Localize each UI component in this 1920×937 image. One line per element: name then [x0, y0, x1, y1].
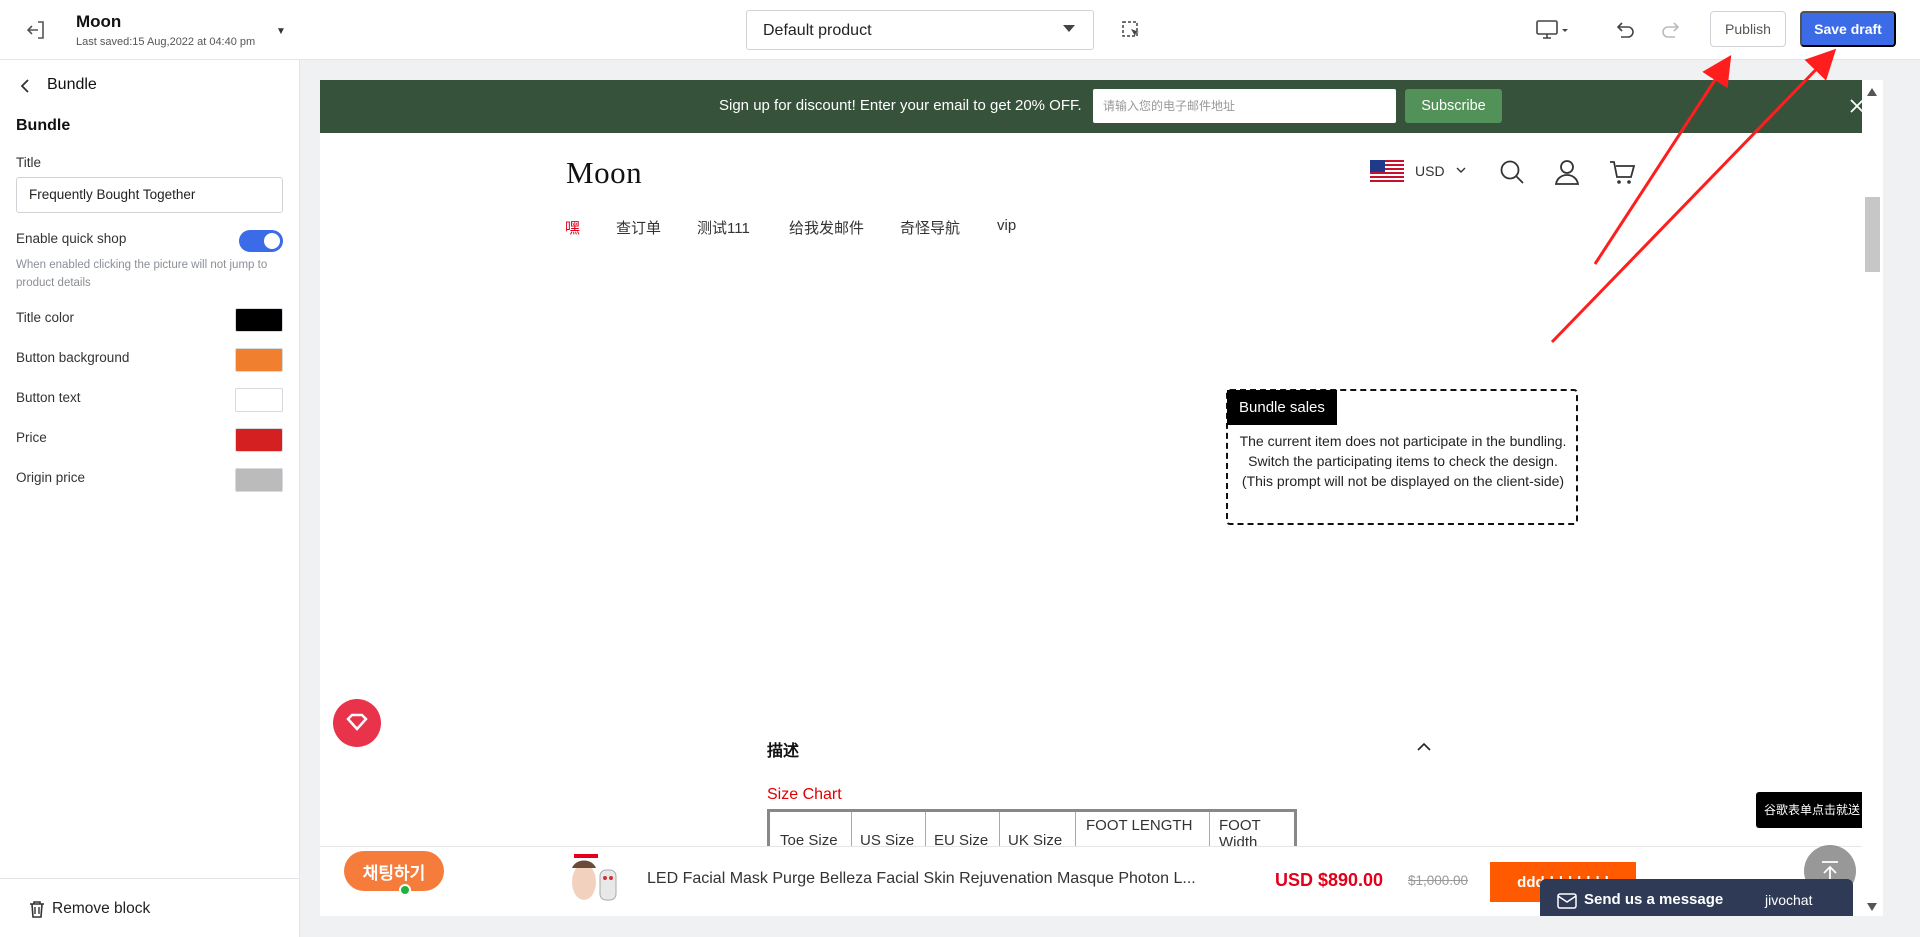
size-chart-title: Size Chart [767, 786, 842, 803]
button-text-label: Button text [16, 390, 81, 405]
redo-icon[interactable] [1660, 18, 1684, 42]
sidebar-header-title[interactable]: Bundle [47, 76, 97, 94]
settings-sidebar: Bundle Bundle Title Frequently Bought To… [0, 60, 300, 937]
toggle-knob [264, 233, 280, 249]
subscribe-button[interactable]: Subscribe [1405, 89, 1502, 123]
remove-block-button[interactable]: Remove block [0, 878, 299, 937]
last-saved-text: Last saved:15 Aug,2022 at 04:40 pm [76, 36, 256, 48]
jivochat-text: Send us a message [1584, 891, 1724, 908]
undo-icon[interactable] [1612, 18, 1636, 42]
email-input[interactable]: 请输入您的电子邮件地址 [1093, 89, 1396, 123]
title-input[interactable]: Frequently Bought Together [16, 177, 283, 213]
chevron-up-icon[interactable] [1415, 738, 1433, 756]
title-color-swatch[interactable] [235, 308, 283, 332]
online-status-dot [399, 884, 411, 896]
back-icon[interactable] [16, 76, 36, 96]
description-title[interactable]: 描述 [767, 737, 799, 761]
chevron-down-icon[interactable] [1455, 164, 1467, 176]
scroll-down-arrow-icon[interactable] [1867, 903, 1877, 911]
nav-item[interactable]: vip [997, 217, 1016, 234]
origin-price-swatch[interactable] [235, 468, 283, 492]
quick-shop-hint: When enabled clicking the picture will n… [16, 259, 268, 289]
button-text-swatch[interactable] [235, 388, 283, 412]
store-logo[interactable]: Moon [566, 155, 642, 191]
product-thumbnail [564, 854, 622, 912]
store-title[interactable]: Moon [76, 12, 121, 32]
chevron-down-icon [1063, 25, 1075, 32]
save-draft-button[interactable]: Save draft [1800, 11, 1896, 47]
origin-price-label: Origin price [16, 470, 86, 485]
bundle-tag: Bundle sales [1227, 390, 1337, 425]
template-select-value: Default product [763, 22, 872, 39]
nav-item[interactable]: 奇怪导航 [900, 217, 960, 238]
editor-topbar: Moon Last saved:15 Aug,2022 at 04:40 pm … [0, 0, 1920, 60]
publish-button[interactable]: Publish [1710, 11, 1786, 47]
price-color-swatch[interactable] [235, 428, 283, 452]
nav-item[interactable]: 测试111 [697, 217, 750, 238]
currency-label[interactable]: USD [1415, 163, 1445, 179]
remove-block-label: Remove block [52, 900, 151, 917]
nav-item[interactable]: 嘿 [565, 217, 580, 238]
title-label: Title [16, 155, 42, 170]
button-background-swatch[interactable] [235, 348, 283, 372]
diamond-heart-icon [346, 713, 368, 731]
promo-bar: Sign up for discount! Enter your email t… [320, 80, 1883, 133]
nav-item[interactable]: 查订单 [616, 217, 661, 238]
jivochat-widget[interactable]: Send us a message jivochat [1540, 879, 1853, 916]
exit-icon[interactable] [24, 18, 48, 42]
section-title: Bundle [16, 117, 71, 134]
template-select[interactable]: Default product [746, 10, 1094, 50]
price-color-label: Price [16, 430, 47, 445]
element-select-icon[interactable] [1120, 19, 1142, 41]
quick-shop-label: Enable quick shop [16, 231, 127, 246]
chat-button-label: 채팅하기 [362, 863, 426, 883]
product-name: LED Facial Mask Purge Belleza Facial Ski… [647, 870, 1196, 887]
preview-canvas: Sign up for discount! Enter your email t… [320, 80, 1883, 916]
jivochat-brand: jivochat [1765, 892, 1813, 908]
scrollbar-thumb[interactable] [1865, 197, 1880, 272]
trash-icon [30, 901, 44, 918]
device-preview-icon[interactable] [1535, 18, 1573, 42]
us-flag-icon[interactable] [1370, 160, 1404, 182]
nav-item[interactable]: 给我发邮件 [789, 217, 864, 238]
promo-text: Sign up for discount! Enter your email t… [719, 97, 1082, 114]
button-background-label: Button background [16, 350, 130, 365]
quick-shop-toggle[interactable] [239, 230, 283, 252]
cart-icon[interactable] [1608, 158, 1636, 186]
product-price: USD $890.00 [1275, 870, 1384, 890]
bundle-block[interactable]: Bundle sales The current item does not p… [1226, 389, 1578, 525]
wishlist-badge[interactable] [333, 699, 381, 747]
google-form-button[interactable]: 谷歌表单点击就送 [1756, 792, 1869, 828]
mail-icon [1557, 893, 1577, 909]
bundle-message: The current item does not participate in… [1239, 433, 1567, 489]
scroll-up-arrow-icon[interactable] [1867, 88, 1877, 96]
store-menu-caret-icon[interactable]: ▼ [276, 26, 286, 37]
search-icon[interactable] [1498, 158, 1526, 186]
account-icon[interactable] [1553, 158, 1581, 186]
chat-button[interactable]: 채팅하기 [344, 851, 444, 896]
title-color-label: Title color [16, 310, 75, 325]
origin-price: $1,000.00 [1408, 873, 1469, 888]
